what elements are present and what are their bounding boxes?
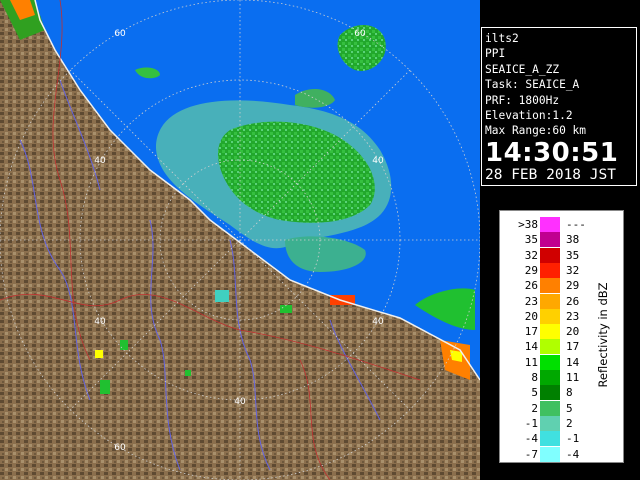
range-label-40-top: 40	[94, 156, 106, 166]
legend-high-value: 32	[566, 263, 580, 277]
legend-low-value: 26	[524, 279, 538, 293]
legend-low-value: 35	[524, 233, 538, 247]
legend-low-value: 32	[524, 248, 538, 262]
legend-high-value: 29	[566, 279, 580, 293]
legend-high-value: 20	[566, 325, 580, 339]
legend-high-value: 2	[566, 416, 573, 430]
legend-low-value: >38	[518, 218, 538, 231]
radar-ppi-map: 60 60 60 40 40 40 40 40	[0, 0, 480, 480]
legend-color-swatch	[540, 415, 560, 431]
info-elevation: Elevation:1.2	[485, 109, 573, 123]
legend-color-swatch	[540, 446, 560, 462]
info-max-range: Max Range:60 km	[485, 124, 587, 138]
range-label-40-right: 40	[372, 156, 384, 166]
legend-title: Reflectivity in dBZ	[596, 282, 610, 388]
legend-low-value: 11	[524, 355, 538, 369]
range-label-60-right: 60	[354, 29, 366, 39]
legend-low-value: 17	[524, 325, 538, 339]
legend-high-value: -4	[566, 447, 580, 461]
legend-row: 25	[500, 400, 600, 417]
range-label-60-bottom: 60	[114, 443, 126, 453]
legend-high-value: 23	[566, 309, 580, 323]
legend-row: 32 35	[500, 247, 600, 264]
info-prf: PRF: 1800Hz	[485, 93, 560, 107]
legend-color-swatch	[540, 400, 560, 416]
legend-high-value: 17	[566, 340, 580, 354]
legend-row: -1 2	[500, 415, 600, 432]
legend-row: 17 20	[500, 324, 600, 340]
legend-low-value: 5	[531, 386, 538, 400]
legend-low-value: 20	[524, 309, 538, 323]
legend-low-value: 29	[524, 263, 538, 277]
legend-low-value: 23	[524, 294, 538, 308]
legend-color-swatch	[540, 308, 560, 324]
legend-color-swatch	[540, 278, 560, 294]
legend-color-swatch	[540, 339, 560, 355]
legend-row: 29 32	[500, 262, 600, 279]
legend-high-value: 26	[566, 294, 580, 308]
legend-color-swatch	[540, 293, 560, 309]
legend-low-value: -4	[524, 432, 538, 446]
legend-color-swatch	[540, 385, 560, 401]
legend-high-value: ---	[566, 218, 586, 231]
legend-row: 8 11	[500, 370, 600, 386]
legend-color-swatch	[540, 232, 560, 248]
legend-low-value: -1	[524, 416, 538, 430]
legend-high-value: 5	[566, 401, 573, 415]
legend-high-value: 35	[566, 248, 580, 262]
legend-color-swatch	[540, 217, 560, 232]
legend-high-value: 11	[566, 371, 580, 384]
legend-low-value: -7	[524, 447, 538, 461]
legend-high-value: 14	[566, 355, 580, 369]
info-product: SEAICE_A_ZZ	[485, 62, 560, 76]
legend-low-value: 8	[531, 371, 538, 384]
range-label-40-bottom: 40	[234, 397, 246, 407]
legend-row: 35 38	[500, 232, 600, 248]
legend-row: 11 14	[500, 354, 600, 371]
legend-color-swatch	[540, 262, 560, 278]
legend-row: 14 17	[500, 339, 600, 355]
legend-color-swatch	[540, 247, 560, 263]
legend-low-value: 2	[531, 401, 538, 415]
legend-color-swatch	[540, 370, 560, 385]
legend-row: 20 23	[500, 308, 600, 325]
range-label-40-left: 40	[94, 317, 106, 327]
legend-row: -7 -4	[500, 446, 600, 463]
info-date: 28 FEB 2018 JST	[485, 166, 616, 183]
legend-row: 23 26	[500, 293, 600, 310]
legend-high-value: 38	[566, 233, 580, 247]
legend-row: >38 ---	[500, 217, 600, 233]
info-time: 14:30:51	[485, 137, 619, 168]
info-radar-name: ilts2	[485, 32, 519, 45]
legend-row: 58	[500, 385, 600, 401]
legend-color-swatch	[540, 324, 560, 340]
info-task: Task: SEAICE_A	[485, 78, 580, 92]
info-scan-type: PPI	[485, 47, 506, 61]
legend-row: -4 -1	[500, 431, 600, 447]
legend-row: 26 29	[500, 278, 600, 294]
range-label-60-top: 60	[114, 29, 126, 39]
legend-color-swatch	[540, 354, 560, 370]
radar-info-panel: ilts2 PPI SEAICE_A_ZZ Task: SEAICE_A PRF…	[481, 27, 637, 186]
legend-high-value: 8	[566, 386, 573, 400]
legend-high-value: -1	[566, 432, 580, 446]
range-label-40-bottom-right: 40	[372, 317, 384, 327]
legend-low-value: 14	[524, 340, 538, 354]
legend-color-swatch	[540, 431, 560, 447]
